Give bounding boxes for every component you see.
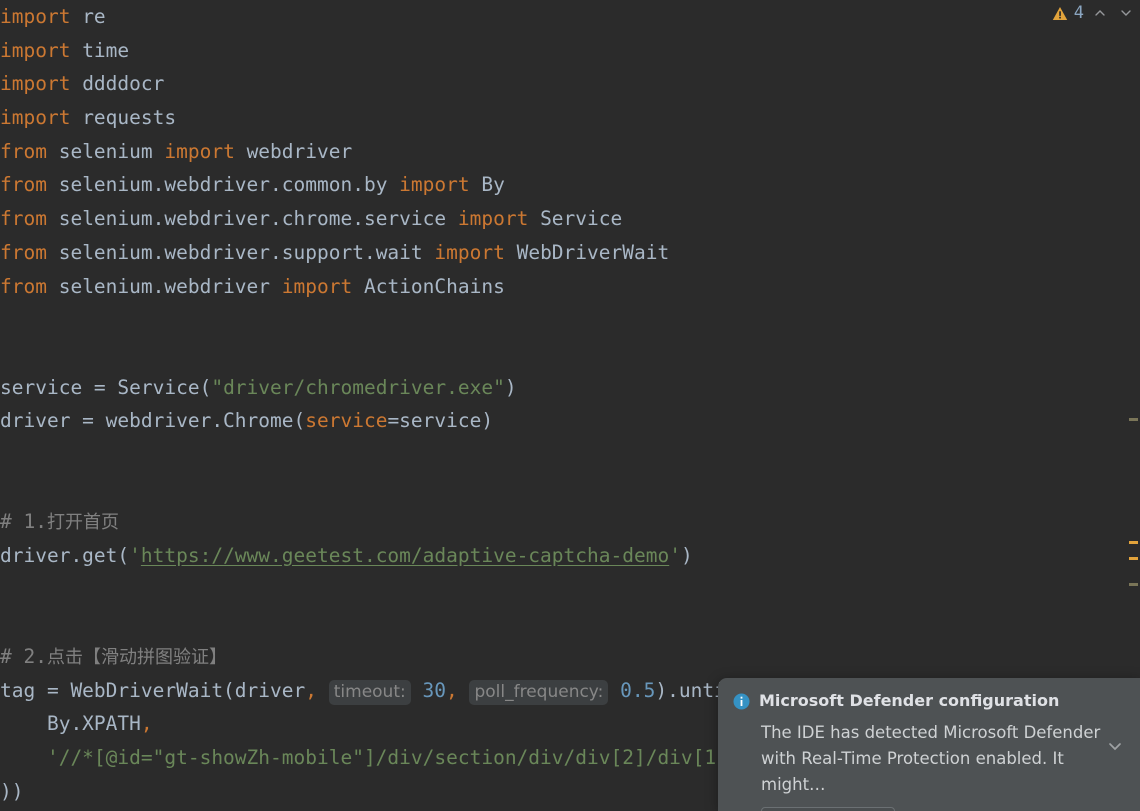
code-token: driver.get( xyxy=(0,544,130,567)
code-line[interactable]: # 2.点击【滑动拼图验证】 xyxy=(0,640,1130,674)
notification-collapse-button[interactable] xyxy=(1102,733,1128,759)
code-token: import xyxy=(281,274,353,298)
code-line[interactable]: driver = webdriver.Chrome(service=servic… xyxy=(0,404,1130,438)
code-token: from xyxy=(0,240,47,264)
code-token: time xyxy=(70,38,130,62)
code-token: =service) xyxy=(387,409,494,433)
code-token: tag = WebDriverWait(driver xyxy=(0,678,306,702)
code-line[interactable] xyxy=(0,303,1130,337)
warning-count: 4 xyxy=(1073,3,1084,23)
previous-highlight-button[interactable] xyxy=(1090,3,1110,23)
code-token: service = Service( xyxy=(0,375,212,399)
code-line[interactable]: from selenium import webdriver xyxy=(0,135,1130,169)
code-line[interactable] xyxy=(0,606,1130,640)
code-line[interactable]: # 1.打开首页 xyxy=(0,505,1130,539)
code-token: import xyxy=(457,207,529,231)
code-token: selenium xyxy=(46,139,165,163)
code-token: By.XPATH xyxy=(0,712,141,736)
automatically-button[interactable]: Automatically xyxy=(761,807,896,811)
code-token: 点击【滑动拼图验证】 xyxy=(46,647,227,669)
code-token: from xyxy=(0,173,47,197)
code-token: selenium.webdriver.chrome.service xyxy=(46,207,458,231)
error-stripe-mark[interactable] xyxy=(1129,583,1138,586)
code-token: from xyxy=(0,274,47,298)
code-line[interactable]: from selenium.webdriver import ActionCha… xyxy=(0,270,1130,304)
code-token: ' xyxy=(669,544,681,567)
code-token: ) xyxy=(504,375,517,399)
code-token: import xyxy=(0,106,71,130)
code-token: # 2. xyxy=(0,645,47,669)
inspection-widget[interactable]: 4 xyxy=(1052,0,1136,26)
code-token: https://www.geetest.com/adaptive-captcha… xyxy=(140,544,670,567)
code-line[interactable] xyxy=(0,472,1130,506)
code-token: By xyxy=(469,173,505,197)
code-token: , xyxy=(305,678,317,702)
code-line[interactable]: import time xyxy=(0,34,1130,68)
code-token: from xyxy=(0,207,47,231)
code-token: import xyxy=(0,72,71,96)
code-line[interactable] xyxy=(0,438,1130,472)
code-line[interactable]: driver.get('https://www.geetest.com/adap… xyxy=(0,539,1130,573)
code-token: poll_frequency: xyxy=(469,679,609,705)
code-token: requests xyxy=(70,106,177,130)
code-token: 打开首页 xyxy=(46,512,119,534)
code-token: ' xyxy=(129,544,141,567)
code-token: import xyxy=(0,5,71,28)
notification-body-line-2: with Real-Time Protection enabled. It mi… xyxy=(761,749,1064,794)
code-token: , xyxy=(445,678,458,702)
code-token: , xyxy=(140,712,153,736)
code-token: 30 xyxy=(422,678,446,702)
code-line[interactable] xyxy=(0,337,1130,371)
next-highlight-button[interactable] xyxy=(1116,3,1136,23)
code-token: from xyxy=(0,139,47,163)
code-token: ddddocr xyxy=(70,72,165,96)
code-token: selenium.webdriver xyxy=(46,274,282,298)
code-token: ) xyxy=(680,544,693,567)
code-token: import xyxy=(399,173,470,197)
notification-title: Microsoft Defender configuration xyxy=(759,691,1060,710)
code-token: webdriver xyxy=(234,139,353,163)
code-token: "driver/chromedriver.exe" xyxy=(211,375,505,399)
code-token: driver = webdriver.Chrome( xyxy=(0,409,306,433)
code-token: WebDriverWait xyxy=(504,240,670,264)
notification-header: Microsoft Defender configuration xyxy=(733,691,1126,714)
code-token: ActionChains xyxy=(352,274,505,298)
code-line[interactable]: from selenium.webdriver.chrome.service i… xyxy=(0,202,1130,236)
warning-triangle-icon xyxy=(1052,6,1068,21)
code-token: selenium.webdriver.common.by xyxy=(46,173,400,197)
code-token: 0.5 xyxy=(620,678,656,702)
error-stripe-mark[interactable] xyxy=(1129,418,1138,421)
error-stripe-mark[interactable] xyxy=(1129,557,1138,560)
code-token: re xyxy=(70,5,106,28)
code-token: import xyxy=(0,38,71,62)
code-token: import xyxy=(164,139,235,163)
notification-body-line-1: The IDE has detected Microsoft Defender xyxy=(761,723,1101,742)
info-icon xyxy=(733,693,750,714)
code-line[interactable] xyxy=(0,573,1130,607)
code-token: timeout: xyxy=(328,679,411,705)
notification-actions: Automatically More xyxy=(761,807,1126,811)
code-token: Service xyxy=(528,207,623,231)
code-token: import xyxy=(434,240,505,264)
code-line[interactable]: service = Service("driver/chromedriver.e… xyxy=(0,371,1130,405)
notification-balloon[interactable]: Microsoft Defender configuration The IDE… xyxy=(718,678,1140,811)
code-line[interactable]: import requests xyxy=(0,101,1130,135)
code-token: # 1. xyxy=(0,510,47,534)
code-line[interactable]: from selenium.webdriver.common.by import… xyxy=(0,168,1130,202)
code-line[interactable]: from selenium.webdriver.support.wait imp… xyxy=(0,236,1130,270)
code-token: service xyxy=(305,409,388,433)
code-token: selenium.webdriver.support.wait xyxy=(46,240,435,264)
code-line[interactable]: import re xyxy=(0,0,1130,34)
code-line[interactable]: import ddddocr xyxy=(0,67,1130,101)
notification-body: The IDE has detected Microsoft Defender … xyxy=(761,720,1111,798)
error-stripe-mark[interactable] xyxy=(1129,541,1138,544)
code-token: )) xyxy=(0,779,24,803)
